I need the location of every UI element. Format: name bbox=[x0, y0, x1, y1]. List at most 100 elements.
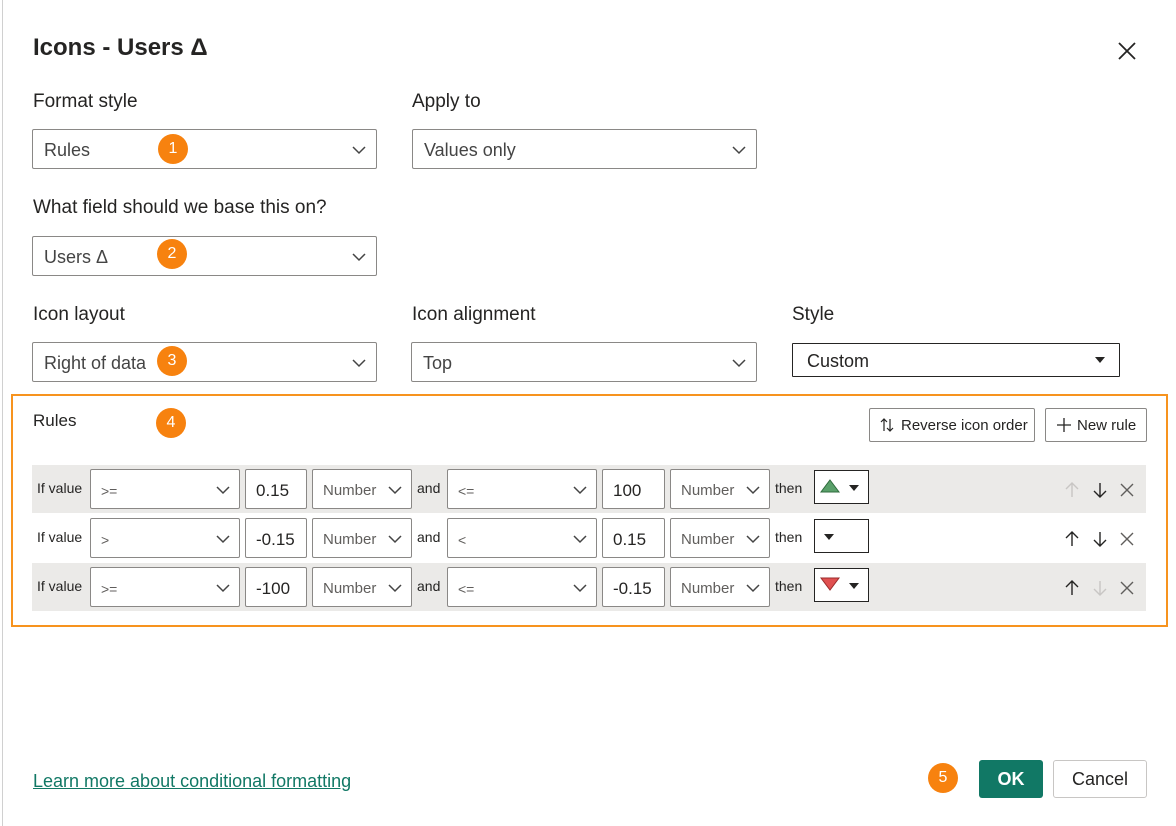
chevron-down-icon bbox=[573, 486, 587, 495]
caret-down-icon bbox=[1095, 357, 1105, 363]
sort-arrows-icon bbox=[880, 418, 894, 432]
step-badge-5: 5 bbox=[928, 763, 958, 793]
step-badge-4: 4 bbox=[156, 408, 186, 438]
move-up-icon[interactable] bbox=[1063, 530, 1081, 548]
chevron-down-icon bbox=[746, 535, 760, 544]
left-edge-divider bbox=[2, 0, 3, 826]
chevron-down-icon bbox=[388, 486, 402, 495]
caret-down-icon bbox=[849, 485, 859, 491]
icon-layout-label: Icon layout bbox=[33, 304, 125, 325]
value-input[interactable]: 100 bbox=[602, 469, 665, 509]
chevron-down-icon bbox=[746, 584, 760, 593]
operator-value: >= bbox=[101, 483, 118, 499]
style-value: Custom bbox=[807, 351, 870, 371]
new-rule-button[interactable]: New rule bbox=[1045, 408, 1147, 442]
and-label: and bbox=[417, 480, 441, 496]
value-input[interactable]: -0.15 bbox=[602, 567, 665, 607]
move-up-icon[interactable] bbox=[1063, 481, 1081, 499]
icon-picker[interactable] bbox=[814, 568, 869, 602]
type-value: Number bbox=[681, 531, 735, 548]
base-field-dropdown[interactable]: Users Δ bbox=[32, 236, 377, 276]
icon-picker[interactable] bbox=[814, 470, 869, 504]
caret-down-icon bbox=[849, 583, 859, 589]
type-value: Number bbox=[323, 531, 377, 548]
if-value-label: If value bbox=[37, 480, 83, 496]
learn-more-link[interactable]: Learn more about conditional formatting bbox=[33, 771, 351, 792]
then-label: then bbox=[775, 578, 803, 594]
apply-to-dropdown[interactable]: Values only bbox=[412, 129, 757, 169]
value-input[interactable]: 0.15 bbox=[602, 518, 665, 558]
dialog-title: Icons - Users Δ bbox=[33, 34, 208, 61]
then-label: then bbox=[775, 529, 803, 545]
chevron-down-icon bbox=[216, 486, 230, 495]
value-input[interactable]: -100 bbox=[245, 567, 307, 607]
new-rule-label: New rule bbox=[1077, 417, 1137, 434]
move-up-icon[interactable] bbox=[1063, 579, 1081, 597]
icon-layout-dropdown[interactable]: Right of data bbox=[32, 342, 377, 382]
chevron-down-icon bbox=[573, 584, 587, 593]
operator-dropdown[interactable]: < bbox=[447, 518, 597, 558]
if-value-label: If value bbox=[37, 578, 83, 594]
icon-layout-value: Right of data bbox=[44, 353, 147, 373]
format-style-label: Format style bbox=[33, 91, 138, 112]
value-text: 0.15 bbox=[256, 481, 290, 500]
base-field-label: What field should we base this on? bbox=[33, 197, 327, 218]
type-value: Number bbox=[681, 580, 735, 597]
chevron-down-icon bbox=[352, 359, 366, 368]
style-dropdown[interactable]: Custom bbox=[792, 343, 1120, 377]
type-dropdown[interactable]: Number bbox=[670, 518, 770, 558]
delete-rule-icon[interactable] bbox=[1119, 531, 1135, 547]
chevron-down-icon bbox=[216, 535, 230, 544]
value-text: 100 bbox=[613, 481, 642, 500]
then-label: then bbox=[775, 480, 803, 496]
reverse-icon-order-button[interactable]: Reverse icon order bbox=[869, 408, 1035, 442]
move-down-icon[interactable] bbox=[1091, 530, 1109, 548]
value-input[interactable]: -0.15 bbox=[245, 518, 307, 558]
operator-dropdown[interactable]: >= bbox=[90, 567, 240, 607]
icon-alignment-value: Top bbox=[423, 353, 453, 373]
and-label: and bbox=[417, 529, 441, 545]
chevron-down-icon bbox=[732, 146, 746, 155]
type-dropdown[interactable]: Number bbox=[312, 469, 412, 509]
icon-alignment-label: Icon alignment bbox=[412, 304, 536, 325]
chevron-down-icon bbox=[388, 535, 402, 544]
operator-dropdown[interactable]: <= bbox=[447, 469, 597, 509]
operator-value: <= bbox=[458, 483, 475, 499]
move-down-icon[interactable] bbox=[1091, 481, 1109, 499]
type-value: Number bbox=[323, 580, 377, 597]
step-badge-2: 2 bbox=[157, 239, 187, 269]
ok-button[interactable]: OK bbox=[979, 760, 1043, 798]
style-label: Style bbox=[792, 304, 835, 325]
type-value: Number bbox=[323, 482, 377, 499]
operator-dropdown[interactable]: > bbox=[90, 518, 240, 558]
if-value-label: If value bbox=[37, 529, 83, 545]
type-dropdown[interactable]: Number bbox=[312, 567, 412, 607]
icon-alignment-dropdown[interactable]: Top bbox=[411, 342, 757, 382]
type-value: Number bbox=[681, 482, 735, 499]
icon-picker[interactable] bbox=[814, 519, 869, 553]
format-style-value: Rules bbox=[44, 140, 91, 160]
chevron-down-icon bbox=[732, 359, 746, 368]
operator-dropdown[interactable]: <= bbox=[447, 567, 597, 607]
value-text: 0.15 bbox=[613, 530, 647, 549]
delete-rule-icon[interactable] bbox=[1119, 580, 1135, 596]
type-dropdown[interactable]: Number bbox=[670, 469, 770, 509]
operator-dropdown[interactable]: >= bbox=[90, 469, 240, 509]
apply-to-label: Apply to bbox=[412, 91, 481, 112]
close-icon[interactable] bbox=[1116, 40, 1138, 62]
chevron-down-icon bbox=[352, 253, 366, 262]
value-text: -0.15 bbox=[613, 579, 652, 598]
chevron-down-icon bbox=[746, 486, 760, 495]
operator-value: < bbox=[458, 532, 467, 548]
cancel-button[interactable]: Cancel bbox=[1053, 760, 1147, 798]
plus-icon bbox=[1057, 418, 1071, 432]
delete-rule-icon[interactable] bbox=[1119, 482, 1135, 498]
type-dropdown[interactable]: Number bbox=[670, 567, 770, 607]
value-input[interactable]: 0.15 bbox=[245, 469, 307, 509]
type-dropdown[interactable]: Number bbox=[312, 518, 412, 558]
move-down-icon[interactable] bbox=[1091, 579, 1109, 597]
and-label: and bbox=[417, 578, 441, 594]
format-style-dropdown[interactable]: Rules bbox=[32, 129, 377, 169]
triangle-up-green-icon bbox=[820, 479, 840, 493]
rules-label: Rules bbox=[33, 411, 77, 430]
